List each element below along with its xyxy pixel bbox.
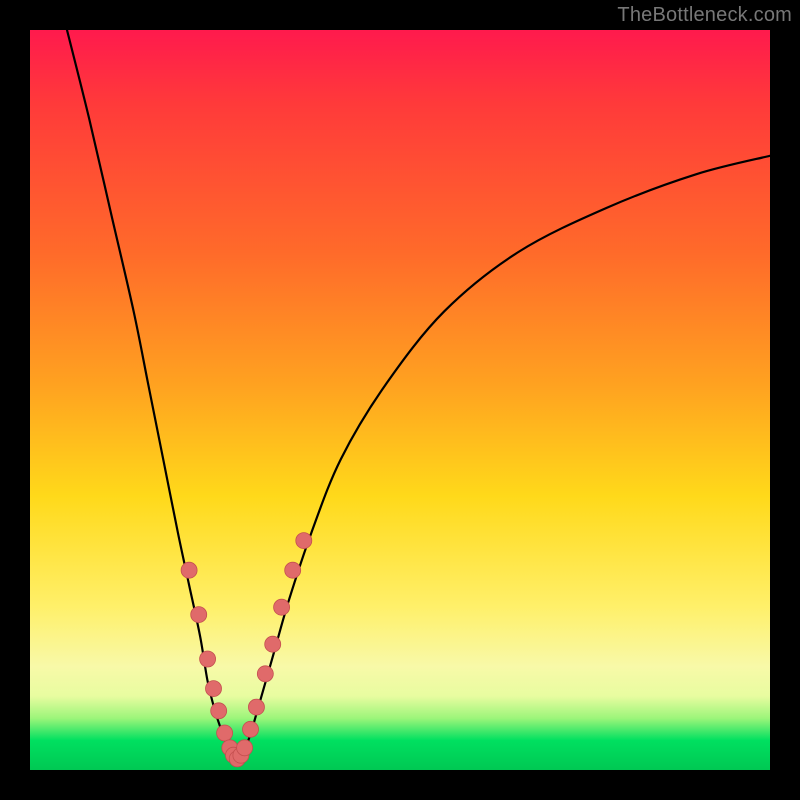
chart-frame: TheBottleneck.com <box>0 0 800 800</box>
data-marker <box>274 599 290 615</box>
data-marker <box>265 636 281 652</box>
data-marker <box>217 725 233 741</box>
data-marker <box>200 651 216 667</box>
marker-group <box>181 533 312 767</box>
watermark-text: TheBottleneck.com <box>617 4 792 27</box>
data-marker <box>191 607 207 623</box>
data-marker <box>296 533 312 549</box>
data-marker <box>257 666 273 682</box>
chart-svg <box>30 30 770 770</box>
curve-right <box>237 156 770 763</box>
data-marker <box>206 681 222 697</box>
data-marker <box>181 562 197 578</box>
data-marker <box>211 703 227 719</box>
data-marker <box>285 562 301 578</box>
plot-area <box>30 30 770 770</box>
data-marker <box>243 721 259 737</box>
data-marker <box>237 740 253 756</box>
data-marker <box>248 699 264 715</box>
